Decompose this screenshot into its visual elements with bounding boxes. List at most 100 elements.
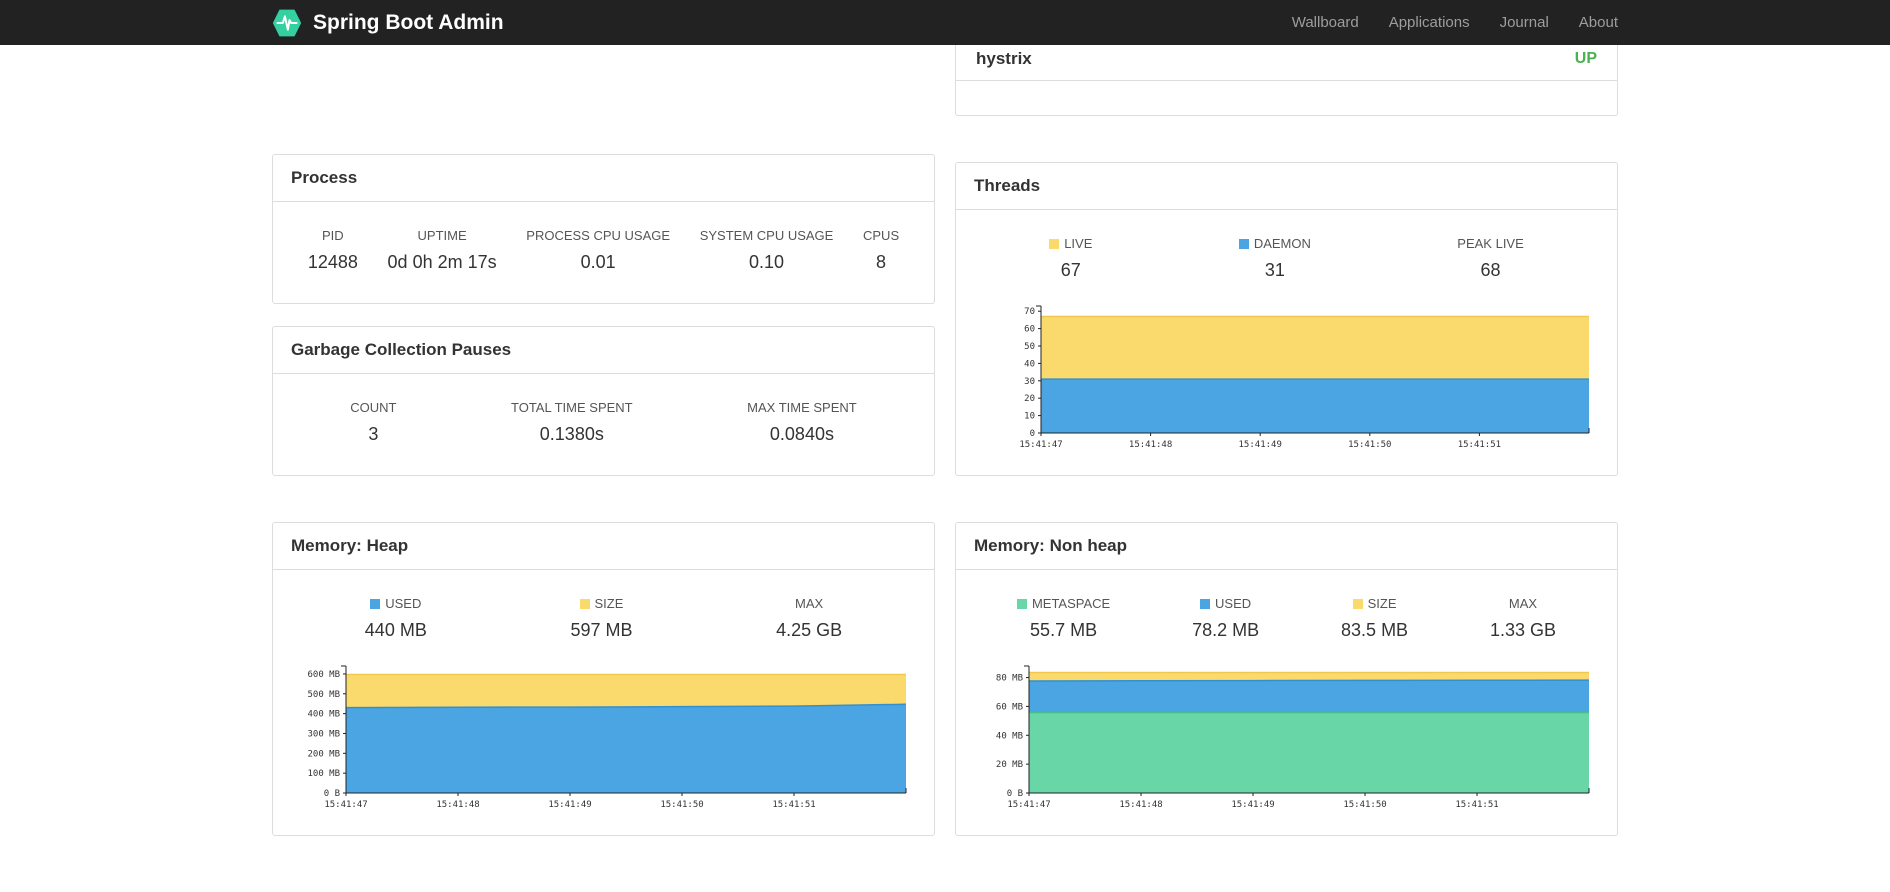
process-panel-title: Process (273, 155, 934, 202)
legend-label-text: USED (1215, 596, 1252, 611)
gc-pauses-panel: Garbage Collection Pauses COUNT 3 TOTAL … (272, 326, 935, 476)
nav-links: Wallboard Applications Journal About (1292, 14, 1618, 31)
svg-text:20 MB: 20 MB (995, 760, 1022, 770)
memory-heap-panel: Memory: Heap USED 440 MB SIZE 597 MB MAX… (272, 522, 935, 836)
used-swatch (1200, 599, 1211, 609)
legend-value: 4.25 GB (776, 620, 843, 640)
legend-label: MAX (1490, 596, 1556, 611)
memory-heap-chart: 0 B 100 MB 200 MB 300 MB 400 MB 500 MB 600 MB 1… (307, 665, 906, 810)
stat-label: TOTAL TIME SPENT (511, 400, 633, 415)
svg-text:60: 60 (1024, 325, 1035, 335)
legend-value: 440 MB (364, 620, 427, 640)
memory-nonheap-chart: 0 B 20 MB 40 MB 60 MB 80 MB 15:41:47 15:41:48 1… (995, 665, 1589, 810)
stat-process-cpu-usage: PROCESS CPU USAGE 0.01 (526, 228, 670, 273)
nav-applications[interactable]: Applications (1389, 14, 1470, 31)
stat-label: CPUS (863, 228, 900, 243)
memory-nonheap-panel: Memory: Non heap METASPACE 55.7 MB USED … (955, 522, 1618, 836)
svg-text:200 MB: 200 MB (307, 749, 340, 759)
memory-nonheap-panel-title: Memory: Non heap (956, 523, 1617, 570)
legend-label: LIVE (1049, 236, 1092, 251)
svg-text:10: 10 (1024, 412, 1035, 422)
nonheap-legend: METASPACE 55.7 MB USED 78.2 MB SIZE 83.5… (956, 570, 1617, 647)
spring-boot-admin-logo-icon (272, 8, 302, 38)
threads-chart-area: 0 10 20 30 40 50 60 70 15:41:47 15:41:48 15:41:49 1… (956, 301, 1617, 475)
brand-title: Spring Boot Admin (313, 10, 504, 34)
svg-text:15:41:51: 15:41:51 (1455, 800, 1498, 810)
svg-text:15:41:51: 15:41:51 (1457, 440, 1500, 450)
stat-gc-max-time: MAX TIME SPENT 0.0840s (747, 400, 857, 445)
legend-daemon: DAEMON 31 (1238, 236, 1311, 281)
stat-label: UPTIME (417, 228, 467, 243)
right-column: hystrix UP Threads LIVE 67 DAEMON 31 PEA… (955, 45, 1618, 836)
threads-panel-title: Threads (956, 163, 1617, 210)
legend-label: MAX (776, 596, 842, 611)
legend-live: LIVE 67 (1049, 236, 1092, 281)
nav-wallboard[interactable]: Wallboard (1292, 14, 1359, 31)
legend-label-text: SIZE (1367, 596, 1397, 611)
legend-heap-max: MAX 4.25 GB (776, 596, 842, 641)
legend-label: METASPACE (1016, 596, 1110, 611)
legend-value: 1.33 GB (1489, 620, 1557, 640)
nav-about[interactable]: About (1579, 14, 1618, 31)
brand-link[interactable]: Spring Boot Admin (272, 8, 504, 38)
legend-label: USED (365, 596, 427, 611)
legend-nonheap-max: MAX 1.33 GB (1490, 596, 1556, 641)
legend-label: PEAK LIVE (1457, 236, 1523, 251)
svg-text:0 B: 0 B (323, 789, 339, 799)
stat-value: 0.0840s (769, 424, 834, 444)
legend-label: SIZE (1341, 596, 1408, 611)
svg-text:100 MB: 100 MB (307, 769, 340, 779)
svg-text:20: 20 (1024, 394, 1035, 404)
legend-value: 83.5 MB (1341, 620, 1409, 640)
svg-text:600 MB: 600 MB (307, 670, 340, 680)
stat-label: COUNT (350, 400, 397, 415)
stat-label: PID (322, 228, 344, 243)
threads-legend: LIVE 67 DAEMON 31 PEAK LIVE 68 (956, 210, 1617, 287)
process-stats: PID 12488 UPTIME 0d 0h 2m 17s PROCESS CP… (273, 202, 934, 303)
svg-text:500 MB: 500 MB (307, 690, 340, 700)
stat-cpus: CPUS 8 (863, 228, 899, 273)
stat-value: 0d 0h 2m 17s (387, 252, 497, 272)
stat-value: 12488 (307, 252, 358, 272)
svg-text:60 MB: 60 MB (995, 702, 1022, 712)
memory-heap-panel-title: Memory: Heap (273, 523, 934, 570)
svg-text:15:41:50: 15:41:50 (660, 800, 703, 810)
live-swatch (1049, 239, 1060, 249)
daemon-swatch (1238, 239, 1249, 249)
card-bottom-spacer (956, 81, 1617, 115)
threads-chart: 0 10 20 30 40 50 60 70 15:41:47 15:41:48 15:41:49 1… (1019, 305, 1589, 450)
legend-heap-used: USED 440 MB (365, 596, 427, 641)
stat-gc-count: COUNT 3 (350, 400, 396, 445)
svg-text:40 MB: 40 MB (995, 731, 1022, 741)
navbar: Spring Boot Admin Wallboard Applications… (0, 0, 1890, 45)
svg-text:15:41:47: 15:41:47 (324, 800, 367, 810)
stat-value: 3 (368, 424, 379, 444)
legend-metaspace: METASPACE 55.7 MB (1016, 596, 1110, 641)
legend-label-text: MAX (795, 596, 824, 611)
stat-value: 8 (876, 252, 887, 272)
stat-label: PROCESS CPU USAGE (526, 228, 671, 243)
size-swatch (579, 599, 590, 609)
size-swatch (1352, 599, 1363, 609)
svg-text:40: 40 (1024, 359, 1035, 369)
legend-value: 31 (1264, 260, 1285, 280)
legend-value: 68 (1480, 260, 1501, 280)
stat-label: SYSTEM CPU USAGE (699, 228, 834, 243)
navbar-inner: Spring Boot Admin Wallboard Applications… (272, 0, 1618, 45)
left-column: Process PID 12488 UPTIME 0d 0h 2m 17s PR… (272, 45, 935, 836)
status-badge: UP (1574, 50, 1597, 67)
legend-label-text: USED (385, 596, 422, 611)
svg-text:15:41:51: 15:41:51 (772, 800, 815, 810)
svg-text:300 MB: 300 MB (307, 729, 340, 739)
nav-journal[interactable]: Journal (1500, 14, 1549, 31)
legend-label: USED (1192, 596, 1259, 611)
stat-pid: PID 12488 (308, 228, 358, 273)
svg-text:15:41:49: 15:41:49 (1238, 440, 1281, 450)
stat-label: MAX TIME SPENT (747, 400, 857, 415)
legend-value: 67 (1060, 260, 1081, 280)
heap-legend: USED 440 MB SIZE 597 MB MAX 4.25 GB (273, 570, 934, 647)
svg-text:15:41:48: 15:41:48 (1128, 440, 1171, 450)
stat-gc-total-time: TOTAL TIME SPENT 0.1380s (511, 400, 633, 445)
application-row-hystrix[interactable]: hystrix UP (956, 45, 1617, 81)
nonheap-chart-area: 0 B 20 MB 40 MB 60 MB 80 MB 15:41:47 15:41:48 1… (956, 661, 1617, 835)
